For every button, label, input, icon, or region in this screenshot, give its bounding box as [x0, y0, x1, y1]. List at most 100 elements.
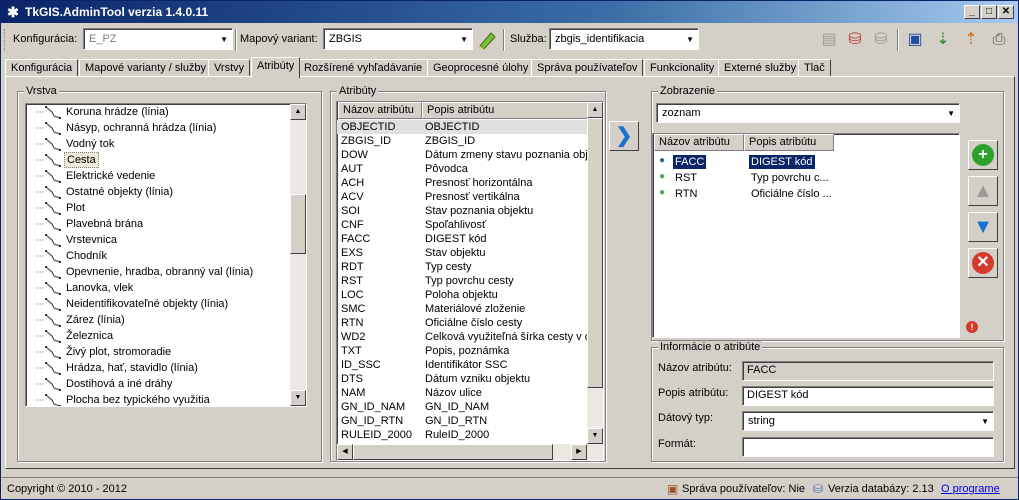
table-row[interactable]: ACV Presnosť vertikálna — [337, 190, 587, 204]
table-row[interactable]: TXT Popis, poznámka — [337, 344, 587, 358]
scroll-up-icon[interactable]: ▲ — [587, 102, 603, 118]
tree-item[interactable]: Cesta — [26, 152, 291, 168]
database-delete-icon[interactable]: ⛁ — [844, 29, 866, 51]
zobrazenie-mode-combo[interactable]: zoznam ▼ — [656, 103, 960, 123]
document-search-icon[interactable]: ▤ — [818, 29, 840, 51]
table-row[interactable]: EXS Stav objektu — [337, 246, 587, 260]
tab-atributy[interactable]: Atribúty — [251, 57, 301, 78]
table-row[interactable]: SOI Stav poznania objektu — [337, 204, 587, 218]
table-row[interactable]: RDT Typ cesty — [337, 260, 587, 274]
tab-externe-sluzby[interactable]: Externé služby — [718, 59, 803, 77]
table-row[interactable]: FACC DIGEST kód — [337, 232, 587, 246]
remove-button[interactable]: ✕ — [968, 248, 998, 278]
column-header-popis[interactable]: Popis atribútu — [744, 134, 834, 151]
table-row[interactable]: WD2 Celková využiteľná šírka cesty v d — [337, 330, 591, 344]
table-row[interactable]: DOW Dátum zmeny stavu poznania objek — [337, 148, 599, 162]
konfiguracia-combo[interactable]: E_PZ ▼ — [83, 28, 233, 50]
table-row[interactable]: DTS Dátum vzniku objektu — [337, 372, 587, 386]
column-header-nazov[interactable]: Názov atribútu — [654, 134, 744, 151]
vrstva-scrollbar[interactable]: ▲ ▼ — [290, 104, 306, 406]
tree-item[interactable]: Hrádza, hať, stavidlo (línia) — [26, 360, 291, 376]
format-field[interactable] — [742, 437, 994, 457]
tab-geoprocesne-ulohy[interactable]: Geoprocesné úlohy — [427, 59, 535, 77]
tree-item[interactable]: Železnica — [26, 328, 291, 344]
tab-rozsirene-vyhladavanie[interactable]: Rozšírené vyhľadávanie — [298, 59, 429, 77]
title-bar[interactable]: ✱ TkGIS.AdminTool verzia 1.4.0.11 _ □ ✕ — [1, 1, 1018, 23]
mapovy-variant-combo[interactable]: ZBGIS ▼ — [323, 28, 473, 50]
tab-konfiguracia[interactable]: Konfigurácia — [5, 59, 79, 77]
pencil-icon[interactable] — [476, 29, 498, 51]
table-row[interactable]: ID_SSC Identifikátor SSC — [337, 358, 587, 372]
tree-item[interactable]: Chodník — [26, 248, 291, 264]
tree-item[interactable]: Lanovka, vlek — [26, 280, 291, 296]
popis-field[interactable]: DIGEST kód — [742, 386, 994, 406]
scroll-down-icon[interactable]: ▼ — [587, 428, 603, 444]
tree-item[interactable]: Zárez (línia) — [26, 312, 291, 328]
table-row[interactable]: ● RTN Oficiálne číslo ... — [653, 186, 833, 202]
move-down-button[interactable]: ▼ — [968, 212, 998, 242]
move-up-button[interactable]: ▲ — [968, 176, 998, 206]
tree-item[interactable]: Živý plot, stromoradie — [26, 344, 291, 360]
toolbar-grip[interactable] — [4, 29, 7, 51]
maximize-button[interactable]: □ — [981, 5, 997, 19]
sluzba-combo[interactable]: zbgis_identifikacia ▼ — [549, 28, 699, 50]
database-icon[interactable]: ⛁ — [870, 29, 892, 51]
table-row[interactable]: CNF Spoľahlivosť — [337, 218, 587, 232]
add-to-display-button[interactable]: ❯ — [609, 121, 639, 151]
table-row[interactable]: ● RST Typ povrchu c... — [653, 170, 833, 186]
vrstva-tree[interactable]: Koruna hrádze (línia) Násyp, ochranná hrá… — [25, 103, 307, 407]
add-button[interactable]: + — [968, 140, 998, 170]
table-row[interactable]: OBJECTID OBJECTID — [337, 120, 587, 134]
tree-item[interactable]: Násyp, ochranná hrádza (línia) — [26, 120, 291, 136]
table-row[interactable]: AUT Pôvodca — [337, 162, 587, 176]
atributy-hscrollbar[interactable]: ◀ ▶ — [337, 444, 603, 460]
close-button[interactable]: ✕ — [998, 5, 1014, 19]
tab-vrstvy[interactable]: Vrstvy — [208, 59, 251, 77]
tree-item[interactable]: Dostihová a iné dráhy — [26, 376, 291, 392]
print-icon[interactable]: ⎙ — [988, 29, 1010, 51]
tree-item[interactable]: Opevnenie, hradba, obranný val (línia) — [26, 264, 291, 280]
table-row[interactable]: RTN Oficiálne číslo cesty — [337, 316, 587, 330]
table-row[interactable]: GN_ID_RTN GN_ID_RTN — [337, 414, 587, 428]
atributy-vscrollbar[interactable]: ▲ ▼ — [587, 102, 603, 444]
table-row[interactable]: ● FACC DIGEST kód — [653, 154, 833, 170]
table-row[interactable]: RULEID_2000 RuleID_2000 — [337, 428, 587, 442]
column-header-nazov[interactable]: Názov atribútu — [338, 102, 422, 119]
scroll-thumb[interactable] — [353, 444, 553, 460]
tree-item[interactable]: Elektrické vedenie — [26, 168, 291, 184]
tree-item[interactable]: Plocha bez typického využitia — [26, 392, 291, 406]
import-icon[interactable]: ⇣ — [932, 29, 954, 51]
table-row[interactable]: LOC Poloha objektu — [337, 288, 587, 302]
tree-item[interactable]: Vrstevnica — [26, 232, 291, 248]
scroll-right-icon[interactable]: ▶ — [571, 444, 587, 460]
tree-item[interactable]: Ostatné objekty (línia) — [26, 184, 291, 200]
scroll-up-icon[interactable]: ▲ — [290, 104, 306, 120]
zobrazenie-list[interactable]: Názov atribútu Popis atribútu ● FACC DIGES… — [652, 133, 960, 338]
datovy-typ-combo[interactable]: string ▼ — [742, 411, 994, 431]
tree-item[interactable]: Plavebná brána — [26, 216, 291, 232]
export-icon[interactable]: ⇡ — [960, 29, 982, 51]
tree-item[interactable]: Plot — [26, 200, 291, 216]
tree-item[interactable]: Koruna hrádze (línia) — [26, 104, 291, 120]
table-row[interactable]: GN_ID_NAM GN_ID_NAM — [337, 400, 587, 414]
minimize-button[interactable]: _ — [964, 5, 980, 19]
scroll-down-icon[interactable]: ▼ — [290, 390, 306, 406]
tree-item[interactable]: Neidentifikovateľné objekty (línia) — [26, 296, 291, 312]
table-row[interactable]: RST Typ povrchu cesty — [337, 274, 587, 288]
table-row[interactable]: SMC Materiálové zloženie — [337, 302, 587, 316]
tab-sprava-pouzivatelov[interactable]: Správa používateľov — [531, 59, 644, 77]
table-row[interactable]: NAM Názov ulice — [337, 386, 587, 400]
tab-mapove-varianty[interactable]: Mapové varianty / služby — [79, 59, 213, 77]
column-header-popis[interactable]: Popis atribútu — [422, 102, 588, 119]
scroll-thumb[interactable] — [587, 118, 603, 388]
tab-tlac[interactable]: Tlač — [798, 59, 831, 77]
save-icon[interactable]: ▣ — [904, 29, 926, 51]
about-link[interactable]: O programe — [941, 483, 1000, 495]
scroll-thumb[interactable] — [290, 194, 306, 254]
scroll-left-icon[interactable]: ◀ — [337, 444, 353, 460]
atributy-list[interactable]: Názov atribútu Popis atribútu OBJECTID OB… — [336, 101, 604, 461]
table-row[interactable]: ACH Presnosť horizontálna — [337, 176, 587, 190]
tab-funkcionality[interactable]: Funkcionality — [644, 59, 721, 77]
tree-item[interactable]: Vodný tok — [26, 136, 291, 152]
table-row[interactable]: ZBGIS_ID ZBGIS_ID — [337, 134, 587, 148]
